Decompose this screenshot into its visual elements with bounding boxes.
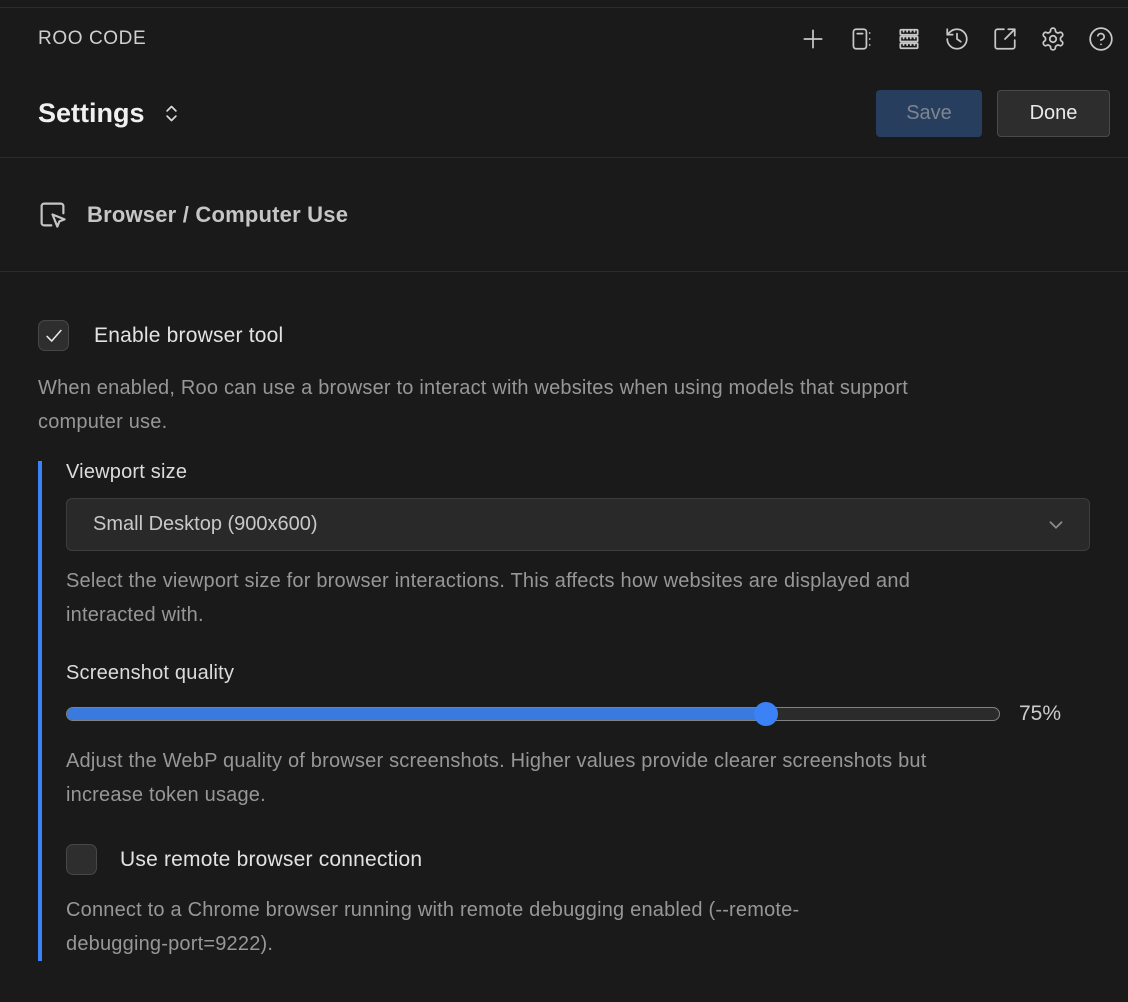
app-title: ROO CODE [38, 28, 146, 50]
checkmark-icon [43, 325, 65, 347]
enable-browser-row: Enable browser tool [38, 320, 1090, 351]
open-in-editor-icon[interactable] [991, 26, 1018, 53]
quality-slider[interactable] [66, 707, 1000, 721]
screenshot-quality-label: Screenshot quality [66, 662, 1090, 685]
quality-slider-fill [67, 708, 766, 720]
enable-browser-label: Enable browser tool [94, 324, 283, 348]
viewport-size-select[interactable]: Small Desktop (900x600) [66, 498, 1090, 551]
history-icon[interactable] [943, 26, 970, 53]
remote-browser-row: Use remote browser connection [66, 844, 1090, 875]
page-title: Settings [38, 98, 145, 129]
section-header: Browser / Computer Use [0, 158, 1128, 272]
viewport-size-value: Small Desktop (900x600) [93, 513, 318, 536]
done-button[interactable]: Done [997, 90, 1110, 137]
settings-header: Settings Save Done [0, 70, 1128, 158]
chevron-down-icon [1045, 514, 1067, 536]
browser-settings-panel: Enable browser tool When enabled, Roo ca… [0, 272, 1128, 961]
help-icon[interactable] [1087, 26, 1114, 53]
screenshot-quality-row: 75% [66, 702, 1090, 726]
panel-top-divider [0, 0, 1128, 8]
viewport-size-description: Select the viewport size for browser int… [66, 564, 991, 632]
quality-value: 75% [1019, 702, 1071, 726]
quality-slider-thumb[interactable] [754, 702, 778, 726]
screenshot-quality-description: Adjust the WebP quality of browser scree… [66, 744, 991, 812]
browser-sub-settings: Viewport size Small Desktop (900x600) Se… [38, 461, 1090, 961]
enable-browser-description: When enabled, Roo can use a browser to i… [38, 371, 923, 439]
toolbar [799, 26, 1114, 53]
remote-browser-checkbox[interactable] [66, 844, 97, 875]
browser-computer-use-icon [38, 200, 67, 229]
remote-browser-label: Use remote browser connection [120, 848, 422, 872]
save-button[interactable]: Save [876, 90, 982, 137]
section-title: Browser / Computer Use [87, 202, 348, 228]
section-picker-chevron-icon[interactable] [161, 103, 182, 124]
titlebar: ROO CODE [0, 8, 1128, 70]
remote-browser-description: Connect to a Chrome browser running with… [66, 893, 891, 961]
viewport-size-label: Viewport size [66, 461, 1090, 484]
enable-browser-checkbox[interactable] [38, 320, 69, 351]
header-buttons: Save Done [876, 90, 1110, 137]
mcp-servers-icon[interactable] [895, 26, 922, 53]
settings-gear-icon[interactable] [1039, 26, 1066, 53]
new-task-icon[interactable] [799, 26, 826, 53]
prompts-icon[interactable] [847, 26, 874, 53]
